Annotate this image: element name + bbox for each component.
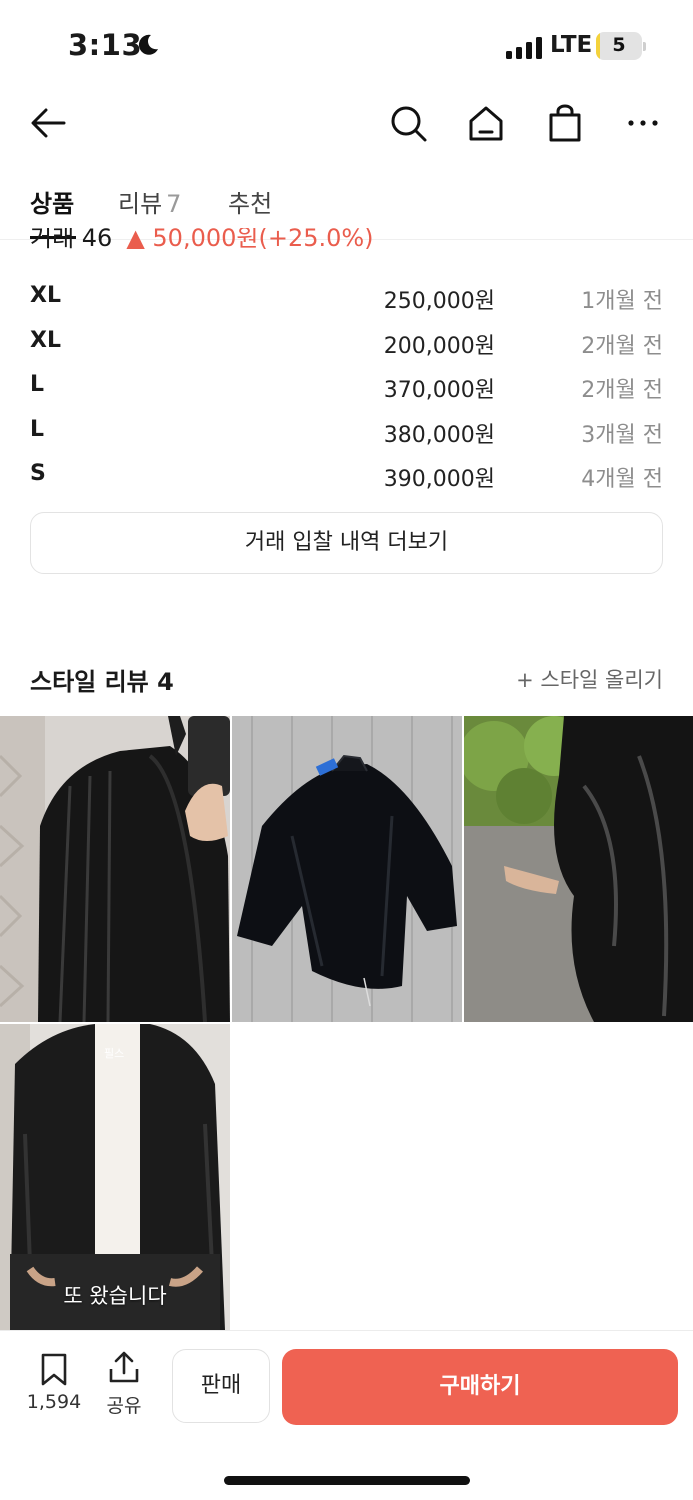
back-arrow-icon[interactable] xyxy=(28,103,68,143)
trade-count: 거래 46 xyxy=(30,228,113,252)
trade-size: L xyxy=(30,416,45,442)
share-label[interactable]: 공유 xyxy=(100,1391,148,1418)
price-change: ▲ 50,000원(+25.0%) xyxy=(126,228,374,252)
tab-product[interactable]: 상품 xyxy=(30,184,74,219)
trade-time: 4개월 전 xyxy=(581,467,663,492)
trade-price: 370,000원 xyxy=(383,378,495,403)
trade-price: 250,000원 xyxy=(383,289,495,314)
shopping-bag-icon[interactable] xyxy=(545,103,585,143)
search-icon[interactable] xyxy=(388,103,428,143)
trade-row: XL 250,000원 1개월 전 xyxy=(30,280,663,325)
moon-icon xyxy=(138,34,158,55)
trade-history-more-button[interactable]: 거래 입찰 내역 더보기 xyxy=(30,512,663,574)
tab-reviews-count: 7 xyxy=(166,190,182,218)
style-photo[interactable] xyxy=(464,716,693,1022)
trade-price: 200,000원 xyxy=(383,333,495,359)
trade-row: L 370,000원 2개월 전 xyxy=(30,369,663,414)
trade-time: 1개월 전 xyxy=(581,289,663,314)
save-count: 1,594 xyxy=(26,1391,82,1413)
style-photo[interactable] xyxy=(0,716,230,1022)
photo-caption: 또 왔습니다 xyxy=(63,1284,167,1308)
trade-price: 390,000원 xyxy=(383,467,495,492)
trade-summary-row: 거래 46 ▲ 50,000원(+25.0%) xyxy=(30,228,670,254)
tab-reviews-label: 리뷰 xyxy=(118,190,163,218)
trade-row: S 390,000원 4개월 전 xyxy=(30,458,663,503)
style-review-title: 스타일 리뷰 4 xyxy=(30,668,174,696)
battery-icon: 5 xyxy=(596,32,646,60)
trade-time: 2개월 전 xyxy=(581,378,663,403)
home-icon[interactable] xyxy=(466,103,506,143)
home-indicator xyxy=(224,1476,470,1485)
status-time: 3:13 xyxy=(68,28,143,62)
battery-level: 5 xyxy=(612,34,626,56)
trade-size: S xyxy=(30,461,46,486)
bookmark-icon[interactable] xyxy=(36,1351,72,1387)
top-nav xyxy=(0,92,693,154)
upload-style-button[interactable]: + 스타일 올리기 xyxy=(516,664,663,694)
trade-list: XL 250,000원 1개월 전 XL 200,000원 2개월 전 L 37… xyxy=(30,280,663,503)
trade-time: 2개월 전 xyxy=(581,333,663,359)
trade-size: XL xyxy=(30,327,61,353)
more-options-icon[interactable] xyxy=(623,103,663,143)
trade-time: 3개월 전 xyxy=(581,422,663,448)
trade-row: XL 200,000원 2개월 전 xyxy=(30,325,663,370)
trade-size: XL xyxy=(30,283,61,308)
style-photo[interactable] xyxy=(232,716,462,1022)
network-type: LTE xyxy=(550,32,593,58)
sell-button[interactable]: 판매 xyxy=(172,1349,270,1423)
tab-recommend[interactable]: 추천 xyxy=(228,184,272,219)
status-bar: 3:13 LTE 5 xyxy=(0,0,693,92)
buy-button[interactable]: 구매하기 xyxy=(282,1349,678,1425)
share-icon[interactable] xyxy=(106,1349,142,1385)
trade-row: L 380,000원 3개월 전 xyxy=(30,414,663,459)
trade-size: L xyxy=(30,372,45,397)
trade-price: 380,000원 xyxy=(383,422,495,448)
bottom-action-bar: 1,594 공유 판매 구매하기 xyxy=(0,1330,693,1500)
shirt-print-text: 필스 xyxy=(104,1047,125,1060)
tab-reviews[interactable]: 리뷰 7 xyxy=(118,184,181,219)
signal-icon xyxy=(506,37,542,59)
